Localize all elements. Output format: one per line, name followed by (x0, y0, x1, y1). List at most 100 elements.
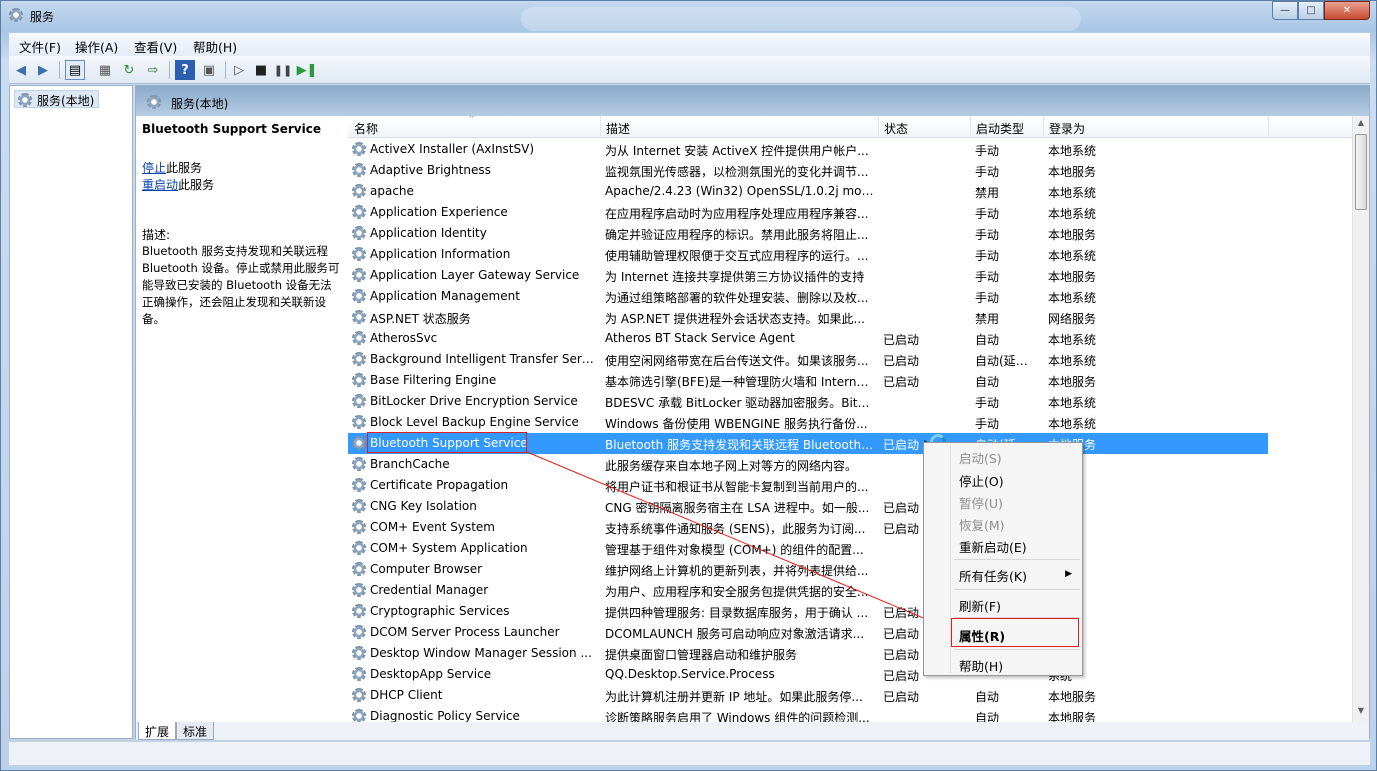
scroll-thumb[interactable] (1355, 134, 1367, 210)
back-arrow-icon[interactable]: ◀ (11, 60, 31, 80)
tab-extended[interactable]: 扩展 (138, 722, 177, 740)
service-description: 此服务缓存来自本地子网上对等方的网络内容。 (605, 459, 858, 473)
service-gear-icon (352, 394, 366, 408)
service-row[interactable]: Computer Browser 维护网络上计算机的更新列表，并将列表提供给...… (348, 559, 1356, 580)
service-description: 为用户、应用程序和安全服务包提供凭据的安全... (605, 585, 869, 599)
service-description: 维护网络上计算机的更新列表，并将列表提供给... (605, 564, 869, 578)
service-row[interactable]: Background Intelligent Transfer Servi...… (348, 349, 1356, 370)
service-description: BDESVC 承载 BitLocker 驱动器加密服务。BitL... (605, 396, 875, 410)
ctx-start[interactable]: 启动(S) (959, 448, 1002, 467)
service-row[interactable]: Application Management 为通过组策略部署的软件处理安装、删除… (348, 286, 1356, 307)
service-gear-icon (352, 604, 366, 618)
export-icon[interactable]: ⇨ (143, 60, 163, 80)
service-name: Application Layer Gateway Service (370, 268, 580, 282)
service-startup-type: 手动 (975, 207, 1000, 221)
service-description: 为通过组策略部署的软件处理安装、删除以及枚... (605, 291, 869, 305)
minimize-button[interactable]: — (1272, 1, 1298, 20)
service-description: CNG 密钥隔离服务宿主在 LSA 进程中。如一般... (605, 501, 870, 515)
service-description: 将用户证书和根证书从智能卡复制到当前用户的... (605, 480, 869, 494)
menu-help[interactable]: 帮助(H) (193, 37, 237, 56)
ctx-help[interactable]: 帮助(H) (959, 656, 1003, 675)
ctx-stop[interactable]: 停止(O) (959, 471, 1004, 490)
service-row[interactable]: COM+ System Application 管理基于组件对象模型 (COM+)… (348, 538, 1356, 559)
properties-icon[interactable]: ▦ (95, 60, 115, 80)
close-button[interactable]: ✕ (1324, 1, 1370, 20)
column-description[interactable]: 描述 (602, 120, 630, 137)
description-label: 描述: (142, 228, 171, 242)
restart-service-link[interactable]: 重启动 (142, 178, 178, 192)
menu-action[interactable]: 操作(A) (75, 37, 118, 56)
column-name[interactable]: 名称 (350, 120, 378, 137)
tab-standard[interactable]: 标准 (176, 722, 215, 740)
service-row[interactable]: Application Layer Gateway Service 为 Inter… (348, 265, 1356, 286)
submenu-arrow-icon: ▶ (1065, 569, 1072, 579)
service-row[interactable]: Block Level Backup Engine Service Windows… (348, 412, 1356, 433)
service-row[interactable]: ActiveX Installer (AxInstSV) 为从 Internet … (348, 139, 1356, 160)
service-startup-type: 禁用 (975, 312, 1000, 326)
service-row[interactable]: Application Experience 在应用程序启动时为应用程序处理应用程… (348, 202, 1356, 223)
pause-icon[interactable]: ❚❚ (273, 60, 293, 80)
ctx-restart[interactable]: 重新启动(E) (959, 537, 1027, 556)
service-row[interactable]: Diagnostic Policy Service 诊断策略服务启用了 Windo… (348, 706, 1356, 722)
console-tree-icon[interactable]: ▤ (65, 60, 85, 80)
menu-file[interactable]: 文件(F) (19, 37, 61, 56)
service-row[interactable]: DesktopApp Service QQ.Desktop.Service.Pro… (348, 664, 1356, 685)
service-row[interactable]: DHCP Client 为此计算机注册并更新 IP 地址。如果此服务停... 已启动… (348, 685, 1356, 706)
maximize-button[interactable]: □ (1298, 1, 1324, 20)
service-row[interactable]: Adaptive Brightness 监视氛围光传感器，以检测氛围光的变化并调节… (348, 160, 1356, 181)
play-icon[interactable]: ▷ (229, 60, 249, 80)
service-row[interactable]: BranchCache此服务缓存来自本地子网上对等方的网络内容。服务 (348, 454, 1356, 475)
service-logon-as: 本地服务 (1048, 375, 1097, 389)
stop-icon[interactable]: ■ (251, 60, 271, 80)
service-row[interactable]: Application Information 使用辅助管理权限便于交互式应用程序… (348, 244, 1356, 265)
title-bar[interactable]: 服务 — □ ✕ (1, 1, 1376, 31)
vertical-scrollbar[interactable]: ▲ ▼ (1352, 116, 1369, 722)
service-startup-type: 手动 (975, 144, 1000, 158)
service-row[interactable]: COM+ Event System 支持系统事件通知服务 (SENS)，此服务为订… (348, 517, 1356, 538)
service-name: BranchCache (370, 457, 450, 471)
service-name: Adaptive Brightness (370, 163, 491, 177)
service-row[interactable]: Credential Manager 为用户、应用程序和安全服务包提供凭据的安全.… (348, 580, 1356, 601)
help-icon[interactable]: ? (175, 60, 195, 80)
service-startup-type: 自动 (975, 690, 1000, 704)
service-description: 确定并验证应用程序的标识。禁用此服务将阻止... (605, 228, 869, 242)
service-startup-type: 禁用 (975, 186, 1000, 200)
scroll-down-icon[interactable]: ▼ (1355, 706, 1367, 720)
scroll-up-icon[interactable]: ▲ (1355, 118, 1367, 132)
panel-header: 服务(本地) (136, 86, 1369, 116)
service-row[interactable]: Application Identity 确定并验证应用程序的标识。禁用此服务将阻… (348, 223, 1356, 244)
services-window: 服务 — □ ✕ 文件(F) 操作(A) 查看(V) 帮助(H) ◀ ▶ ▤ ▦… (0, 0, 1377, 771)
context-menu: 启动(S) 停止(O) 暂停(U) 恢复(M) 重新启动(E) 所有任务(K) … (923, 442, 1083, 676)
service-row[interactable]: AtherosSvc Atheros BT Stack Service Agent… (348, 328, 1356, 349)
forward-arrow-icon[interactable]: ▶ (33, 60, 53, 80)
ctx-all-tasks[interactable]: 所有任务(K) (959, 566, 1027, 585)
column-logon-as[interactable]: 登录为 (1045, 120, 1085, 137)
service-logon-as: 本地系统 (1048, 396, 1097, 410)
service-row[interactable]: DCOM Server Process Launcher DCOMLAUNCH 服… (348, 622, 1356, 643)
service-row[interactable]: ASP.NET 状态服务 为 ASP.NET 提供进程外会话状态支持。如果此...… (348, 307, 1356, 328)
service-name: CNG Key Isolation (370, 499, 477, 513)
stop-service-link[interactable]: 停止 (142, 161, 166, 175)
column-startup-type[interactable]: 启动类型 (972, 120, 1024, 137)
console-tree: 服务(本地) (9, 85, 133, 739)
service-name: BitLocker Drive Encryption Service (370, 394, 578, 408)
menu-view[interactable]: 查看(V) (134, 37, 177, 56)
ctx-resume[interactable]: 恢复(M) (959, 515, 1005, 534)
view-icon[interactable]: ▣ (199, 60, 219, 80)
service-row[interactable]: CNG Key Isolation CNG 密钥隔离服务宿主在 LSA 进程中。如… (348, 496, 1356, 517)
service-row[interactable]: BitLocker Drive Encryption Service BDESVC… (348, 391, 1356, 412)
resume-icon[interactable]: ▶❚ (297, 60, 318, 80)
tree-item-services-local[interactable]: 服务(本地) (14, 90, 100, 108)
service-startup-type: 自动 (975, 711, 1000, 722)
service-row[interactable]: Cryptographic Services 提供四种管理服务: 目录数据库服务，… (348, 601, 1356, 622)
service-description: 为 Internet 连接共享提供第三方协议插件的支持 (605, 270, 865, 284)
status-bar (9, 741, 1370, 765)
refresh-icon[interactable]: ↻ (119, 60, 139, 80)
column-status[interactable]: 状态 (880, 120, 908, 137)
service-row[interactable]: Certificate Propagation 将用户证书和根证书从智能卡复制到当… (348, 475, 1356, 496)
service-row[interactable]: apache Apache/2.4.23 (Win32) OpenSSL/1.0.… (348, 181, 1356, 202)
ctx-pause[interactable]: 暂停(U) (959, 493, 1003, 512)
service-row[interactable]: Desktop Window Manager Session ... 提供桌面窗口… (348, 643, 1356, 664)
ctx-refresh[interactable]: 刷新(F) (959, 596, 1001, 615)
service-row[interactable]: Base Filtering Engine 基本筛选引擎(BFE)是一种管理防火墙… (348, 370, 1356, 391)
